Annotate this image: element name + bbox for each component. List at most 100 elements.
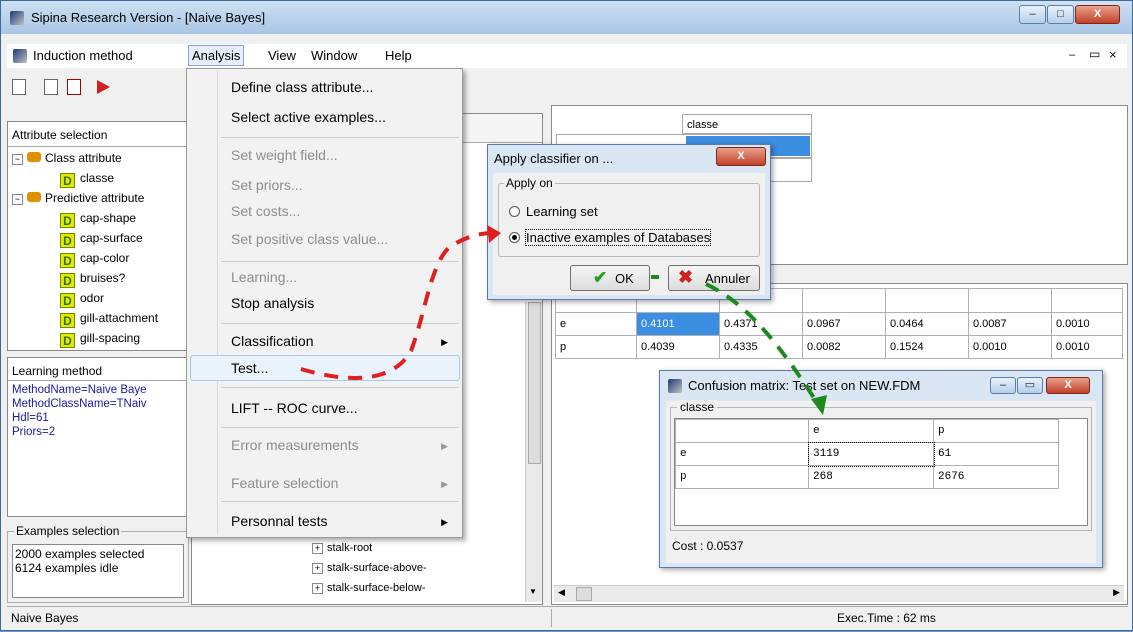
app-icon <box>668 379 682 393</box>
pred-attr-item[interactable]: Dodor <box>12 288 190 308</box>
discrete-attr-icon: D <box>60 173 75 188</box>
attribute-selection-title: Attribute selection <box>12 128 108 142</box>
list-item[interactable]: + stalk-root <box>312 538 427 558</box>
scroll-left-icon[interactable]: ◀ <box>558 587 565 598</box>
menu-item-set-costs[interactable]: Set costs... <box>231 203 300 219</box>
mdi-close-button[interactable]: × <box>1109 47 1117 62</box>
apply-dialog-body: Apply on Learning set Inactive examples … <box>493 173 765 295</box>
menu-item-select-active[interactable]: Select active examples... <box>231 109 386 125</box>
apply-classifier-dialog: Apply classifier on ... X Apply on Learn… <box>487 144 771 300</box>
learning-method-params: MethodName=Naive Baye MethodClassName=TN… <box>12 384 147 438</box>
apply-on-label: Apply on <box>504 176 555 190</box>
attribute-list: + stalk-root + stalk-surface-above- + stalk… <box>312 538 427 598</box>
scroll-down-icon[interactable]: ▼ <box>529 587 537 596</box>
radio-inactive-examples[interactable]: Inactive examples of Databases <box>509 229 712 246</box>
menu-item-set-weight[interactable]: Set weight field... <box>231 147 338 163</box>
radio-icon <box>509 206 520 217</box>
pred-attr-item[interactable]: Dbruises? <box>12 268 190 288</box>
close-button[interactable]: X <box>1075 5 1120 24</box>
menu-item-set-positive[interactable]: Set positive class value... <box>231 231 388 247</box>
menu-view[interactable]: View <box>268 48 296 63</box>
submenu-arrow-icon: ▶ <box>441 479 448 489</box>
confusion-grid-area: e p e 3119 61 p 268 2676 <box>674 418 1088 526</box>
pred-attr-item[interactable]: Dgill-attachment <box>12 308 190 328</box>
examples-selection-title: Examples selection <box>14 524 122 538</box>
menu-item-feature-selection[interactable]: Feature selection <box>231 475 338 491</box>
confusion-table: e p e 3119 61 p 268 2676 <box>675 419 1059 489</box>
menu-item-classification[interactable]: Classification <box>231 333 313 349</box>
maximize-button[interactable]: □ <box>1047 5 1074 24</box>
examples-selection-group: Examples selection 2000 examples selecte… <box>7 524 189 603</box>
apply-on-group: Apply on Learning set Inactive examples … <box>498 176 760 257</box>
discrete-attr-icon: D <box>60 333 75 348</box>
pred-attr-item[interactable]: Dcap-surface <box>12 228 190 248</box>
confusion-minimize-button[interactable]: ‒ <box>990 377 1016 394</box>
menu-item-set-priors[interactable]: Set priors... <box>231 177 303 193</box>
main-window: Sipina Research Version - [Naive Bayes] … <box>0 0 1133 631</box>
menu-item-error-measurements[interactable]: Error measurements <box>231 437 359 453</box>
confusion-group-label: classe <box>677 400 718 414</box>
menu-item-test[interactable]: Test... <box>231 360 268 376</box>
pred-attr-item[interactable]: Dcap-shape <box>12 208 190 228</box>
h-scrollbar[interactable]: ◀ ▶ <box>554 585 1124 602</box>
mdi-restore-button[interactable]: ▭ <box>1089 47 1100 61</box>
class-column-header: classe <box>682 114 812 134</box>
predictive-attribute-node[interactable]: − Predictive attribute <box>12 188 190 208</box>
menu-help[interactable]: Help <box>385 48 412 63</box>
confusion-body: classe e p e 3119 61 p 268 2676 Cost: 0… <box>666 400 1096 563</box>
menu-item-stop-analysis[interactable]: Stop analysis <box>231 295 314 311</box>
discrete-attr-icon: D <box>60 293 75 308</box>
discrete-attr-icon: D <box>60 213 75 228</box>
submenu-arrow-icon: ▶ <box>441 517 448 527</box>
menu-analysis[interactable]: Analysis <box>188 45 245 66</box>
menu-bar: Induction method Analysis View Window He… <box>7 44 1127 68</box>
table-row: p 268 2676 <box>675 465 1059 489</box>
table-row: e 3119 61 <box>675 441 1059 467</box>
mdi-app-icon <box>13 49 27 63</box>
radio-checked-icon <box>509 232 520 243</box>
class-attr-item[interactable]: Dclasse <box>12 168 190 188</box>
app-icon <box>10 11 24 25</box>
menu-item-lift-roc[interactable]: LIFT -- ROC curve... <box>231 400 358 416</box>
menu-item-personnal-tests[interactable]: Personnal tests <box>231 513 328 529</box>
menu-item-learning[interactable]: Learning... <box>231 269 297 285</box>
middle-scrollbar[interactable]: ▼ <box>525 302 542 602</box>
table-row: e 0.4101 0.4371 0.0967 0.0464 0.0087 0.0… <box>555 312 1123 336</box>
open-file-icon[interactable] <box>44 79 58 95</box>
class-attribute-node[interactable]: − Class attribute <box>12 148 190 168</box>
learning-method-panel: Learning method MethodName=Naive Baye Me… <box>7 357 189 517</box>
list-item[interactable]: + stalk-surface-above- <box>312 558 427 578</box>
check-icon: ✔ <box>593 268 608 287</box>
confusion-restore-button[interactable]: ▭ <box>1017 377 1043 394</box>
cancel-button[interactable]: ✖ Annuler <box>668 265 760 291</box>
confusion-group: classe e p e 3119 61 p 268 2676 <box>670 400 1092 531</box>
new-file-icon[interactable] <box>12 79 26 95</box>
discrete-attr-icon: D <box>60 233 75 248</box>
radio-learning-set[interactable]: Learning set <box>509 204 598 219</box>
menu-window[interactable]: Window <box>311 48 357 63</box>
submenu-arrow-icon: ▶ <box>441 441 448 451</box>
discrete-attr-icon: D <box>60 273 75 288</box>
submenu-arrow-icon: ▶ <box>441 337 448 347</box>
ok-button[interactable]: ✔ OK <box>570 265 650 291</box>
pred-attr-item[interactable]: Dgill-spacing <box>12 328 190 348</box>
attribute-selection-panel: Attribute selection − Class attribute Dcl… <box>7 121 189 351</box>
analysis-menu: Define class attribute... Select active … <box>186 68 463 538</box>
status-bar: Naive Bayes Exec.Time : 62 ms <box>7 606 1128 629</box>
list-item[interactable]: + stalk-surface-below- <box>312 578 427 598</box>
mdi-minimize-button[interactable]: ‒ <box>1069 49 1075 61</box>
scroll-right-icon[interactable]: ▶ <box>1113 587 1120 598</box>
title-bar: Sipina Research Version - [Naive Bayes] … <box>1 1 1132 34</box>
save-file-icon[interactable] <box>67 79 81 95</box>
toolbar <box>7 71 1127 101</box>
run-icon[interactable] <box>97 80 110 94</box>
confusion-close-button[interactable]: X <box>1046 377 1090 394</box>
status-exec-time: Exec.Time : 62 ms <box>837 611 936 625</box>
hand-icon <box>27 152 41 162</box>
menu-item-define-class[interactable]: Define class attribute... <box>231 79 373 95</box>
menu-induction-method[interactable]: Induction method <box>33 48 133 63</box>
apply-dialog-close-button[interactable]: X <box>716 147 766 166</box>
pred-attr-item[interactable]: Dcap-color <box>12 248 190 268</box>
minimize-button[interactable]: ‒ <box>1019 5 1046 24</box>
examples-selection-text: 2000 examples selected 6124 examples idl… <box>12 544 184 598</box>
